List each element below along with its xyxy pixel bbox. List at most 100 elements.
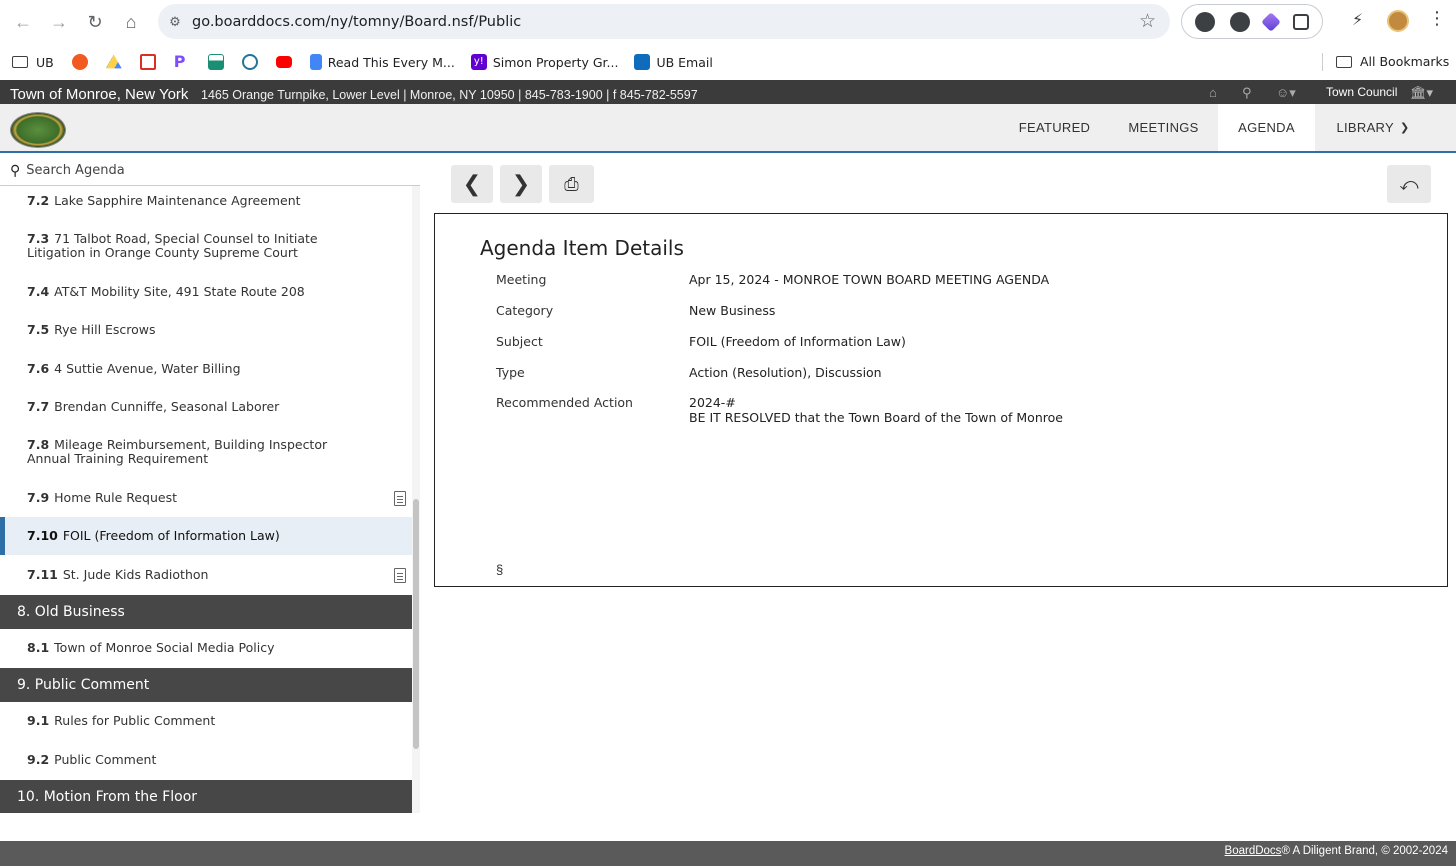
password-extension-icon[interactable] bbox=[1195, 11, 1216, 32]
tab-featured[interactable]: FEATURED bbox=[1003, 104, 1106, 151]
orange-sun-icon bbox=[71, 54, 88, 70]
agenda-item-details: Agenda Item Details Meeting Apr 15, 2024… bbox=[434, 213, 1448, 587]
share-button[interactable]: ⤺ bbox=[1387, 165, 1431, 203]
previous-item-button[interactable]: ❮ bbox=[451, 165, 493, 203]
agenda-item-7-11[interactable]: 7.11 St. Jude Kids Radiothon bbox=[0, 560, 412, 590]
p-icon: P bbox=[173, 52, 186, 71]
meeting-label: Meeting bbox=[496, 272, 547, 287]
institution-icon[interactable]: 🏛▾ bbox=[1410, 85, 1433, 101]
bookmark-item[interactable] bbox=[105, 54, 128, 70]
agenda-search: ⚲ bbox=[0, 155, 420, 186]
search-input[interactable] bbox=[26, 162, 407, 178]
search-icon[interactable]: ⚲ bbox=[1242, 85, 1252, 101]
tab-library[interactable]: LIBRARY ❯ bbox=[1318, 104, 1428, 151]
agenda-item-7-7[interactable]: 7.7 Brendan Cunniffe, Seasonal Laborer bbox=[0, 392, 412, 422]
agenda-item-7-5[interactable]: 7.5 Rye Hill Escrows bbox=[0, 315, 412, 345]
recommended-action-label: Recommended Action bbox=[496, 395, 633, 410]
org-name: Town of Monroe, New York bbox=[10, 86, 189, 103]
type-value: Action (Resolution), Discussion bbox=[689, 365, 882, 380]
profile-avatar[interactable] bbox=[1387, 10, 1409, 32]
vpn-extension-icon[interactable] bbox=[1229, 11, 1250, 32]
bookmark-item[interactable]: P bbox=[174, 54, 196, 70]
bookmark-simon[interactable]: y! Simon Property Gr... bbox=[470, 54, 618, 70]
agenda-sidebar: ⚲ 7.2Lake Sapphire Maintenance Agreement… bbox=[0, 155, 420, 813]
agenda-item-7-2[interactable]: 7.2 Lake Sapphire Maintenance Agreement bbox=[0, 186, 412, 216]
council-selector[interactable]: Town Council bbox=[1326, 85, 1397, 99]
user-menu-icon[interactable]: ☺▾ bbox=[1276, 85, 1296, 101]
all-bookmarks[interactable]: All Bookmarks bbox=[1336, 54, 1449, 69]
youtube-icon bbox=[275, 56, 292, 68]
agenda-item-8-1[interactable]: 8.1 Town of Monroe Social Media Policy bbox=[0, 633, 412, 663]
yahoo-icon: y! bbox=[470, 54, 487, 70]
google-docs-icon bbox=[309, 54, 322, 70]
agenda-item-7-6[interactable]: 7.6 4 Suttie Avenue, Water Billing bbox=[0, 354, 412, 384]
print-button[interactable]: ⎙ bbox=[549, 165, 594, 203]
extensions-puzzle-icon[interactable] bbox=[1292, 13, 1309, 30]
url-text[interactable]: go.boarddocs.com/ny/tomny/Board.nsf/Publ… bbox=[192, 14, 521, 30]
chevron-right-icon: ❯ bbox=[511, 171, 531, 196]
document-icon[interactable] bbox=[394, 490, 406, 506]
bookmark-item[interactable] bbox=[71, 54, 94, 70]
agenda-item-7-8[interactable]: 7.8 Mileage Reimbursement, Building Inspe… bbox=[0, 431, 412, 473]
next-item-button[interactable]: ❯ bbox=[500, 165, 542, 203]
bookmarks-bar: UB P Read This Every M... y! Simon Proper… bbox=[0, 44, 1456, 80]
browser-menu-icon[interactable]: ⋮ bbox=[1428, 8, 1446, 29]
section-public-comment[interactable]: 9. Public Comment bbox=[0, 668, 412, 702]
document-icon[interactable] bbox=[394, 567, 406, 583]
forward-arrow-icon[interactable]: → bbox=[41, 4, 77, 40]
bookmark-item[interactable] bbox=[241, 54, 264, 70]
section-mark: § bbox=[496, 562, 504, 577]
address-bar[interactable]: ⚙ go.boarddocs.com/ny/tomny/Board.nsf/Pu… bbox=[158, 4, 1170, 39]
scrollbar-thumb[interactable] bbox=[413, 499, 419, 749]
agenda-item-7-4[interactable]: 7.4 AT&T Mobility Site, 491 State Route 2… bbox=[0, 277, 412, 307]
agenda-item-7-10[interactable]: 7.10 FOIL (Freedom of Information Law) bbox=[0, 517, 412, 555]
chevron-down-icon: ❯ bbox=[1399, 122, 1410, 134]
bookmark-item[interactable] bbox=[207, 54, 230, 70]
agenda-item-9-1[interactable]: 9.1 Rules for Public Comment bbox=[0, 706, 412, 736]
gmail-icon bbox=[139, 54, 156, 70]
subject-value: FOIL (Freedom of Information Law) bbox=[689, 334, 906, 349]
google-drive-icon bbox=[105, 54, 122, 69]
town-seal-logo[interactable] bbox=[10, 112, 66, 148]
meeting-value: Apr 15, 2024 - MONROE TOWN BOARD MEETING… bbox=[689, 272, 1050, 287]
subject-label: Subject bbox=[496, 334, 543, 349]
ai-extension-icon[interactable] bbox=[1261, 11, 1282, 32]
browser-toolbar: ← → ↻ ⌂ ⚙ go.boarddocs.com/ny/tomny/Boar… bbox=[0, 0, 1456, 44]
tab-meetings[interactable]: MEETINGS bbox=[1112, 104, 1215, 151]
printer-icon: ⎙ bbox=[564, 173, 579, 194]
type-label: Type bbox=[496, 365, 525, 380]
extensions-group bbox=[1181, 4, 1323, 39]
performance-icon[interactable]: ⚡ bbox=[1352, 10, 1363, 30]
category-label: Category bbox=[496, 303, 554, 318]
boarddocs-link[interactable]: BoardDocs bbox=[1225, 845, 1282, 857]
search-icon: ⚲ bbox=[10, 161, 21, 178]
bookmark-read-this[interactable]: Read This Every M... bbox=[309, 54, 455, 70]
folder-icon bbox=[12, 56, 28, 68]
home-icon[interactable]: ⌂ bbox=[1209, 85, 1217, 100]
wordpress-icon bbox=[241, 54, 258, 70]
agenda-item-7-9[interactable]: 7.9 Home Rule Request bbox=[0, 483, 412, 513]
section-motion-from-floor[interactable]: 10. Motion From the Floor bbox=[0, 780, 412, 813]
reload-icon[interactable]: ↻ bbox=[77, 4, 113, 40]
back-arrow-icon[interactable]: ← bbox=[5, 4, 41, 40]
agenda-item-9-2[interactable]: 9.2 Public Comment bbox=[0, 745, 412, 775]
outlook-icon bbox=[634, 54, 651, 70]
section-old-business[interactable]: 8. Old Business bbox=[0, 595, 412, 629]
recommended-action-value: 2024-# bbox=[689, 395, 736, 410]
tab-agenda[interactable]: AGENDA bbox=[1218, 104, 1315, 151]
bookmark-ub-email[interactable]: UB Email bbox=[634, 54, 713, 70]
org-address: 1465 Orange Turnpike, Lower Level | Monr… bbox=[201, 88, 698, 102]
bookmark-star-icon[interactable]: ☆ bbox=[1139, 10, 1156, 33]
bookmark-folder-ub[interactable]: UB bbox=[12, 55, 54, 70]
sidebar-scrollbar[interactable] bbox=[412, 186, 420, 813]
details-title: Agenda Item Details bbox=[480, 236, 684, 260]
site-settings-icon[interactable]: ⚙ bbox=[158, 14, 192, 30]
bookmark-item[interactable] bbox=[139, 54, 162, 70]
share-icon: ⤺ bbox=[1399, 173, 1419, 194]
recommended-action-text: BE IT RESOLVED that the Town Board of th… bbox=[689, 410, 1063, 425]
category-value: New Business bbox=[689, 303, 776, 318]
home-icon[interactable]: ⌂ bbox=[113, 4, 149, 40]
landscape-icon bbox=[207, 54, 224, 70]
bookmark-item[interactable] bbox=[275, 56, 298, 68]
agenda-item-7-3[interactable]: 7.3 71 Talbot Road, Special Counsel to In… bbox=[0, 225, 412, 267]
